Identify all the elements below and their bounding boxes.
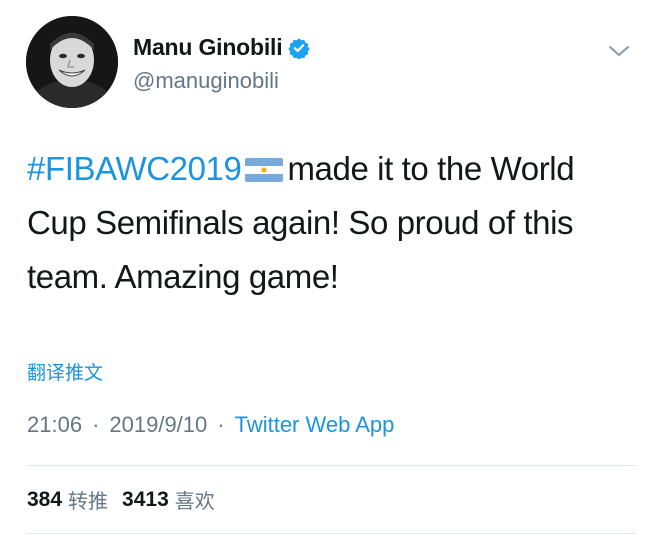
chevron-down-icon[interactable]	[606, 42, 632, 60]
divider-bottom	[27, 533, 636, 534]
argentina-flag-icon	[245, 158, 284, 182]
translate-tweet-link[interactable]: 翻译推文	[27, 358, 103, 385]
tweet-source-link[interactable]: Twitter Web App	[235, 412, 395, 438]
tweet-card: Manu Ginobili @manuginobili #FIBAWC2019 …	[0, 0, 650, 538]
likes-label: 喜欢	[174, 489, 215, 513]
retweets-label: 转推	[68, 489, 109, 513]
meta-separator: ·	[92, 412, 100, 437]
tweet-stats: 384 转推 3413 喜欢	[27, 485, 215, 514]
tweet-meta: 21:06 · 2019/9/10 · Twitter Web App	[27, 412, 394, 438]
likes-count: 3413	[122, 487, 169, 511]
likes-stat[interactable]: 3413 喜欢	[122, 485, 215, 514]
retweets-count: 384	[27, 487, 63, 511]
name-row: Manu Ginobili	[133, 34, 311, 61]
tweet-text: #FIBAWC2019 made it to the World Cup Sem…	[27, 142, 627, 304]
divider	[27, 465, 636, 466]
display-name[interactable]: Manu Ginobili	[133, 34, 283, 61]
tweet-date[interactable]: 2019/9/10	[109, 412, 207, 438]
tweet-time[interactable]: 21:06	[27, 412, 82, 438]
hashtag-link[interactable]: #FIBAWC2019	[27, 150, 242, 187]
avatar-photo	[26, 16, 118, 108]
avatar[interactable]	[26, 16, 118, 108]
meta-separator-2: ·	[217, 412, 225, 437]
verified-badge-icon	[288, 37, 311, 59]
user-handle[interactable]: @manuginobili	[133, 68, 279, 94]
retweets-stat[interactable]: 384 转推	[27, 485, 108, 514]
